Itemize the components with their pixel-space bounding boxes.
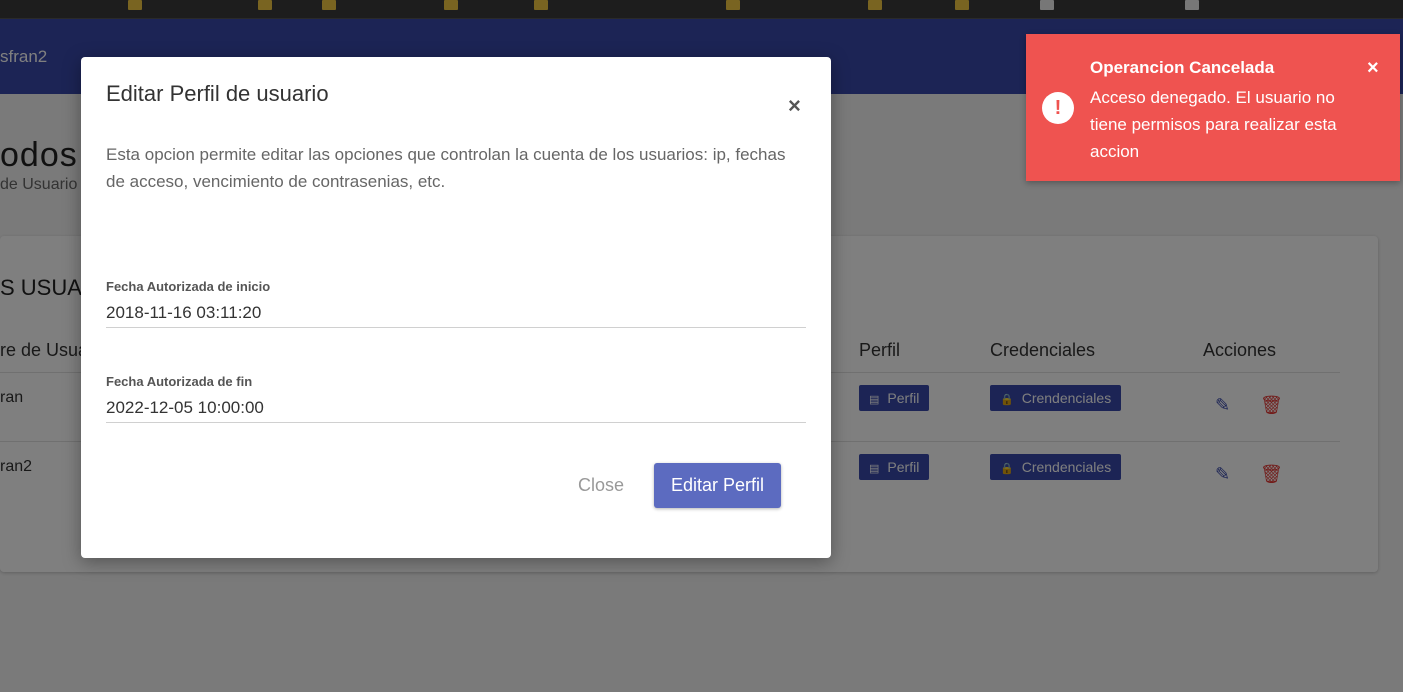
end-date-label: Fecha Autorizada de fin	[106, 374, 253, 389]
edit-profile-modal: Editar Perfil de usuario × Esta opcion p…	[81, 57, 831, 558]
toast-title: Operancion Cancelada	[1090, 58, 1275, 77]
start-date-label: Fecha Autorizada de inicio	[106, 279, 271, 294]
start-date-field[interactable]	[106, 299, 806, 328]
end-date-field[interactable]	[106, 394, 806, 423]
close-icon[interactable]: ×	[1367, 58, 1379, 78]
error-toast: ! Operancion Cancelada Acceso denegado. …	[1026, 34, 1400, 181]
exclamation-icon: !	[1042, 92, 1074, 124]
close-icon[interactable]: ×	[788, 95, 801, 117]
modal-title: Editar Perfil de usuario	[106, 81, 329, 106]
toast-message: Acceso denegado. El usuario no tiene per…	[1090, 88, 1337, 161]
edit-profile-button[interactable]: Editar Perfil	[654, 463, 781, 508]
close-button[interactable]: Close	[563, 463, 639, 507]
modal-description: Esta opcion permite editar las opciones …	[106, 145, 786, 191]
